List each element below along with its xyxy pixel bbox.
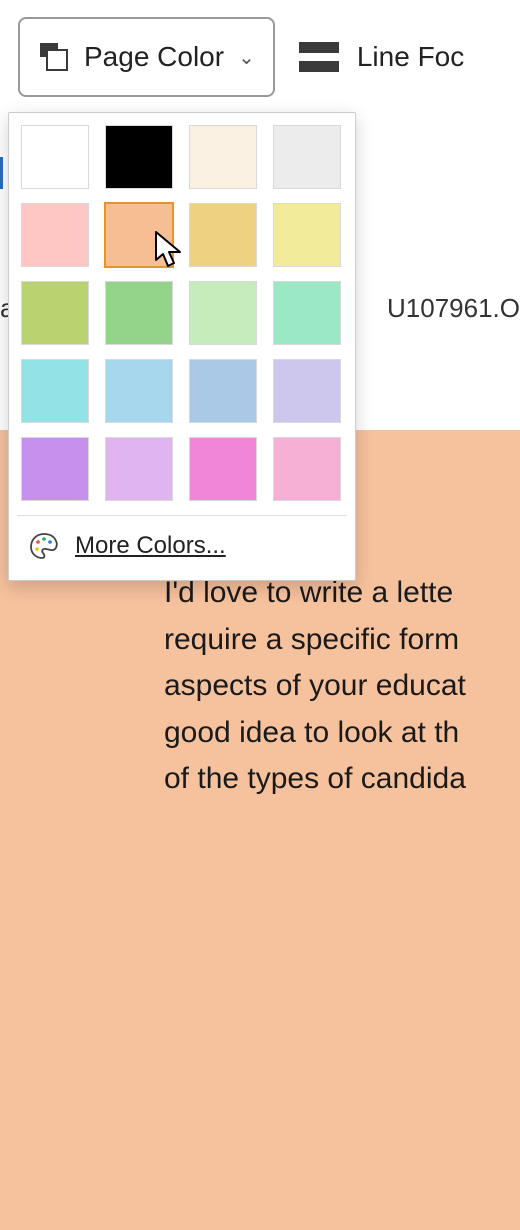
color-swatch[interactable] <box>273 203 341 267</box>
chevron-down-icon: ⌄ <box>238 45 255 70</box>
color-swatch[interactable] <box>21 437 89 501</box>
dropdown-divider <box>17 515 347 516</box>
color-swatch[interactable] <box>189 203 257 267</box>
color-swatch[interactable] <box>105 125 173 189</box>
palette-icon <box>29 532 59 560</box>
color-swatch[interactable] <box>105 281 173 345</box>
line-focus-icon <box>299 42 339 72</box>
filename-fragment-right: U107961.O <box>387 293 520 324</box>
color-swatch[interactable] <box>21 203 89 267</box>
page-color-label: Page Color <box>84 41 224 73</box>
color-swatch[interactable] <box>21 359 89 423</box>
ribbon-toolbar: Page Color ⌄ Line Foc <box>0 0 520 115</box>
color-swatch[interactable] <box>189 125 257 189</box>
insertion-bar <box>0 157 3 189</box>
document-text: I'd love to write a lette require a spec… <box>164 570 520 803</box>
color-swatch[interactable] <box>273 125 341 189</box>
color-swatch[interactable] <box>189 281 257 345</box>
color-swatch[interactable] <box>273 281 341 345</box>
color-swatch[interactable] <box>105 359 173 423</box>
page-color-dropdown: More Colors... <box>8 112 356 581</box>
page-color-icon <box>38 41 70 73</box>
color-swatch[interactable] <box>273 437 341 501</box>
line-focus-button[interactable]: Line Foc <box>299 41 464 73</box>
more-colors-button[interactable]: More Colors... <box>21 526 343 572</box>
color-swatch[interactable] <box>105 203 173 267</box>
page-color-button[interactable]: Page Color ⌄ <box>18 17 275 97</box>
color-swatch[interactable] <box>273 359 341 423</box>
color-swatch[interactable] <box>189 359 257 423</box>
color-swatch[interactable] <box>21 281 89 345</box>
color-swatch-grid <box>21 125 343 501</box>
color-swatch[interactable] <box>189 437 257 501</box>
more-colors-label: More Colors... <box>75 532 226 560</box>
color-swatch[interactable] <box>21 125 89 189</box>
line-focus-label: Line Foc <box>357 41 464 73</box>
color-swatch[interactable] <box>105 437 173 501</box>
